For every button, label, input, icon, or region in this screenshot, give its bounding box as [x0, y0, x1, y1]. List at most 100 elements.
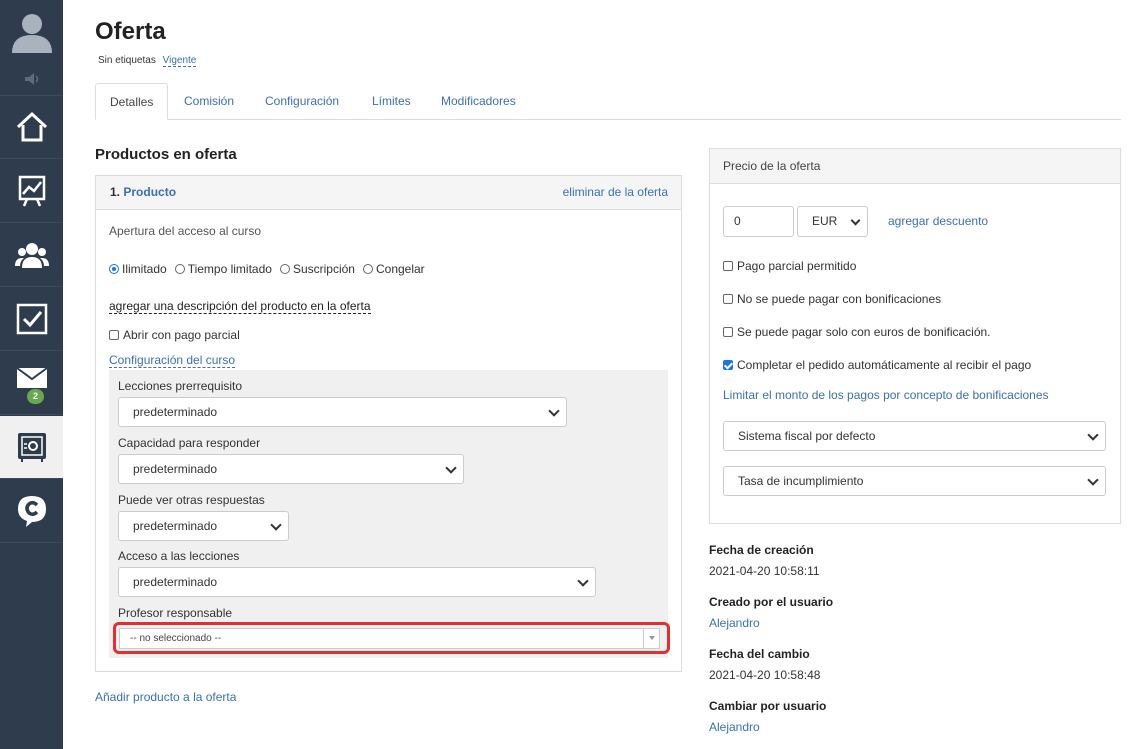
changed-date-value: 2021-04-20 10:58:48: [709, 668, 821, 682]
chevron-down-icon: [270, 519, 282, 531]
chat-icon: [17, 496, 46, 527]
chevron-down-icon: [445, 462, 457, 474]
tab-commission[interactable]: Comisión: [170, 83, 248, 120]
price-panel: Precio de la oferta 0 EUR agregar descue…: [709, 148, 1121, 524]
add-discount-link[interactable]: agregar descuento: [888, 214, 988, 228]
checkbox-unchecked-icon[interactable]: [723, 327, 733, 337]
tax-rate-select-value: Tasa de incumplimiento: [738, 474, 864, 488]
no-bonus-payment-row[interactable]: No se puede pagar con bonificaciones: [723, 292, 941, 306]
user-icon: [11, 14, 52, 53]
remove-from-offer-link[interactable]: eliminar de la oferta: [563, 185, 668, 199]
radio-off-icon: [279, 264, 290, 274]
radio-off-icon: [174, 264, 185, 274]
radio-freeze-label: Congelar: [375, 262, 425, 276]
partial-payment-allowed-row[interactable]: Pago parcial permitido: [723, 259, 856, 273]
sidebar-item-users[interactable]: [0, 224, 63, 287]
add-description-link[interactable]: agregar una descripción del producto en …: [109, 299, 371, 314]
product-number: 1.: [110, 185, 121, 199]
status-link[interactable]: Vigente: [162, 55, 197, 67]
currency-select-value: EUR: [812, 214, 838, 228]
sound-toggle[interactable]: [0, 62, 63, 96]
tab-limits[interactable]: Límites: [358, 83, 425, 120]
tab-bar: Detalles Comisión Configuración Límites …: [95, 83, 1121, 120]
radio-freeze[interactable]: Congelar: [362, 262, 425, 276]
access-type-radio-group: Ilimitado Tiempo limitado Suscripción Co…: [109, 262, 425, 276]
product-name-link[interactable]: Producto: [123, 185, 176, 199]
answer-capacity-select-value: predeterminado: [133, 462, 218, 476]
prereq-label: Lecciones prerrequisito: [118, 379, 243, 393]
chevron-down-icon: [850, 215, 861, 226]
partial-payment-label: Abrir con pago parcial: [123, 328, 240, 342]
created-date-label: Fecha de creación: [709, 543, 814, 557]
course-settings-link[interactable]: Configuración del curso: [109, 353, 236, 368]
users-icon: [14, 243, 49, 268]
sidebar-item-stats[interactable]: [0, 160, 63, 223]
chevron-down-icon: [548, 405, 560, 417]
checkbox-unchecked-icon[interactable]: [723, 261, 733, 271]
chevron-down-icon: [577, 575, 589, 587]
chart-icon: [18, 175, 45, 207]
auto-complete-order-label: Completar el pedido automáticamente al r…: [737, 358, 1032, 372]
tab-settings[interactable]: Configuración: [251, 83, 353, 120]
sidebar-item-chat[interactable]: [0, 480, 63, 543]
product-title: 1. Producto: [110, 185, 176, 199]
radio-subscription-label: Suscripción: [292, 262, 355, 276]
checkbox-checked-icon[interactable]: [723, 360, 733, 370]
created-by-user-link[interactable]: Alejandro: [709, 616, 760, 630]
products-section-title: Productos en oferta: [95, 146, 237, 163]
bonus-only-payment-row[interactable]: Se puede pagar solo con euros de bonific…: [723, 325, 991, 339]
lesson-access-select[interactable]: predeterminado: [118, 567, 596, 597]
sidebar-item-messages[interactable]: 2: [0, 352, 63, 415]
lesson-access-label: Acceso a las lecciones: [118, 549, 240, 563]
limit-bonus-payments-link[interactable]: Limitar el monto de los pagos por concep…: [723, 388, 1049, 402]
auto-complete-order-row[interactable]: Completar el pedido automáticamente al r…: [723, 358, 1031, 372]
speaker-icon: [24, 72, 38, 85]
add-product-link[interactable]: Añadir producto a la oferta: [95, 690, 236, 704]
teacher-label: Profesor responsable: [118, 606, 233, 620]
tags-line: Sin etiquetas Vigente: [98, 55, 197, 67]
chevron-down-icon: [1087, 429, 1099, 441]
radio-subscription[interactable]: Suscripción: [279, 262, 355, 276]
price-amount-input[interactable]: 0: [723, 206, 794, 237]
tax-system-select[interactable]: Sistema fiscal por defecto: [723, 421, 1106, 451]
partial-payment-checkbox-row[interactable]: Abrir con pago parcial: [109, 328, 240, 342]
user-avatar[interactable]: [0, 0, 63, 62]
radio-unlimited-label: Ilimitado: [122, 262, 167, 276]
checkbox-unchecked-icon[interactable]: [109, 330, 119, 340]
checkbox-unchecked-icon[interactable]: [723, 294, 733, 304]
access-opening-label: Apertura del acceso al curso: [109, 224, 262, 238]
created-by-label: Creado por el usuario: [709, 595, 834, 609]
tax-rate-select[interactable]: Tasa de incumplimiento: [723, 466, 1106, 496]
dropdown-arrow-icon: [643, 629, 659, 648]
product-header: 1. Producto eliminar de la oferta: [96, 176, 681, 210]
teacher-select[interactable]: -- no seleccionado --: [119, 628, 660, 649]
changed-by-user-link[interactable]: Alejandro: [709, 720, 760, 734]
created-date-value: 2021-04-20 10:58:11: [709, 564, 820, 578]
sidebar-item-home[interactable]: [0, 96, 63, 159]
answer-capacity-select[interactable]: predeterminado: [118, 454, 464, 484]
radio-unlimited[interactable]: Ilimitado: [109, 262, 167, 276]
tax-system-select-value: Sistema fiscal por defecto: [738, 429, 876, 443]
safe-icon: [17, 433, 46, 462]
mail-icon: [15, 367, 48, 388]
page-title: Oferta: [95, 18, 166, 45]
tab-modifiers[interactable]: Modificadores: [427, 83, 530, 120]
price-panel-title: Precio de la oferta: [710, 149, 1120, 184]
course-settings-box: Lecciones prerrequisito predeterminado C…: [109, 370, 668, 658]
tab-details[interactable]: Detalles: [95, 83, 169, 120]
see-answers-label: Puede ver otras respuestas: [118, 493, 265, 507]
no-bonus-payment-label: No se puede pagar con bonificaciones: [737, 292, 942, 306]
sidebar-item-sales[interactable]: [0, 416, 63, 479]
mail-count-badge: 2: [27, 389, 45, 404]
radio-time-limited[interactable]: Tiempo limitado: [174, 262, 272, 276]
partial-payment-allowed-label: Pago parcial permitido: [737, 259, 857, 273]
product-panel: 1. Producto eliminar de la oferta Apertu…: [95, 175, 682, 672]
prereq-select-value: predeterminado: [133, 405, 218, 419]
currency-select[interactable]: EUR: [797, 206, 868, 237]
prereq-select[interactable]: predeterminado: [118, 397, 567, 427]
changed-by-label: Cambiar por usuario: [709, 699, 827, 713]
see-answers-select[interactable]: predeterminado: [118, 511, 289, 541]
home-icon: [16, 111, 47, 142]
radio-on-icon: [109, 264, 119, 274]
sidebar-item-tasks[interactable]: [0, 288, 63, 351]
